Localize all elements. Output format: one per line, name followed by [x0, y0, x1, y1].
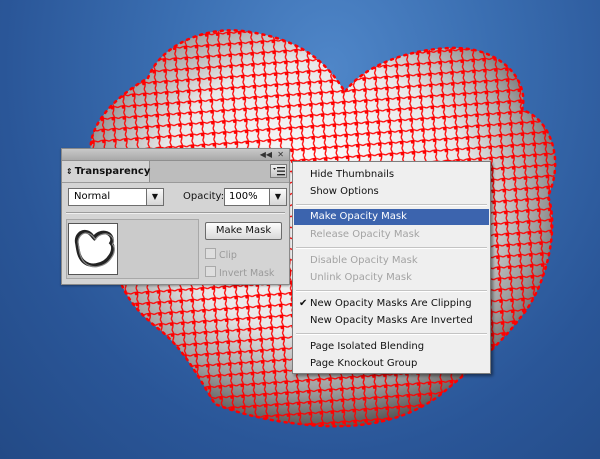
menu-separator — [296, 204, 487, 206]
tab-transparency[interactable]: ⇕ Transparency — [62, 161, 150, 182]
menu-item-show-options[interactable]: Show Options — [294, 184, 489, 200]
panel-menu-button[interactable] — [270, 164, 287, 178]
menu-item-release-opacity-mask[interactable]: Release Opacity Mask — [294, 227, 489, 243]
artwork-thumbnail[interactable] — [68, 223, 118, 275]
opacity-value: 100% — [229, 191, 258, 202]
menu-item-hide-thumbnails[interactable]: Hide Thumbnails — [294, 167, 489, 183]
panel-menu-icon — [273, 167, 285, 176]
menu-item-new-masks-inverted[interactable]: New Opacity Masks Are Inverted — [294, 313, 489, 329]
blend-mode-select[interactable]: Normal ▼ — [68, 188, 164, 206]
transparency-panel: ◀◀ ✕ ⇕ Transparency Normal ▼ Opacity: 100… — [61, 148, 290, 285]
invert-mask-label: Invert Mask — [219, 268, 275, 279]
tab-transparency-label: Transparency — [74, 166, 151, 177]
dropdown-arrow-icon[interactable]: ▼ — [146, 189, 163, 205]
menu-item-page-knockout-group[interactable]: Page Knockout Group — [294, 356, 489, 372]
checkmark-icon: ✔ — [299, 298, 308, 309]
clip-checkbox-box[interactable] — [205, 248, 216, 259]
panel-titlebar[interactable]: ◀◀ ✕ — [62, 149, 289, 161]
tab-arrows-icon: ⇕ — [66, 167, 73, 176]
menu-separator — [296, 333, 487, 335]
heart-thumbnail-icon — [74, 229, 115, 268]
menu-item-new-masks-clipping-label: New Opacity Masks Are Clipping — [310, 298, 472, 309]
clip-label: Clip — [219, 250, 237, 261]
opacity-label: Opacity: — [183, 191, 225, 202]
blend-mode-value: Normal — [74, 191, 111, 202]
menu-item-disable-opacity-mask[interactable]: Disable Opacity Mask — [294, 253, 489, 269]
opacity-field[interactable]: 100% ▼ — [224, 188, 287, 206]
panel-tab-row: ⇕ Transparency — [62, 161, 289, 183]
close-icon[interactable]: ✕ — [277, 149, 284, 160]
make-mask-button[interactable]: Make Mask — [205, 222, 282, 240]
menu-separator — [296, 247, 487, 249]
invert-mask-checkbox[interactable]: Invert Mask — [205, 266, 274, 279]
menu-separator — [296, 290, 487, 292]
menu-item-make-opacity-mask[interactable]: Make Opacity Mask — [294, 209, 489, 225]
clip-checkbox[interactable]: Clip — [205, 248, 237, 261]
menu-item-unlink-opacity-mask[interactable]: Unlink Opacity Mask — [294, 270, 489, 286]
menu-item-page-isolated-blending[interactable]: Page Isolated Blending — [294, 339, 489, 355]
menu-item-new-masks-clipping[interactable]: ✔ New Opacity Masks Are Clipping — [294, 296, 489, 312]
collapse-icon[interactable]: ◀◀ — [260, 149, 272, 160]
panel-divider — [66, 212, 285, 214]
panel-flyout-menu: Hide Thumbnails Show Options Make Opacit… — [292, 161, 491, 374]
dropdown-arrow-icon[interactable]: ▼ — [269, 189, 286, 205]
invert-mask-checkbox-box[interactable] — [205, 266, 216, 277]
